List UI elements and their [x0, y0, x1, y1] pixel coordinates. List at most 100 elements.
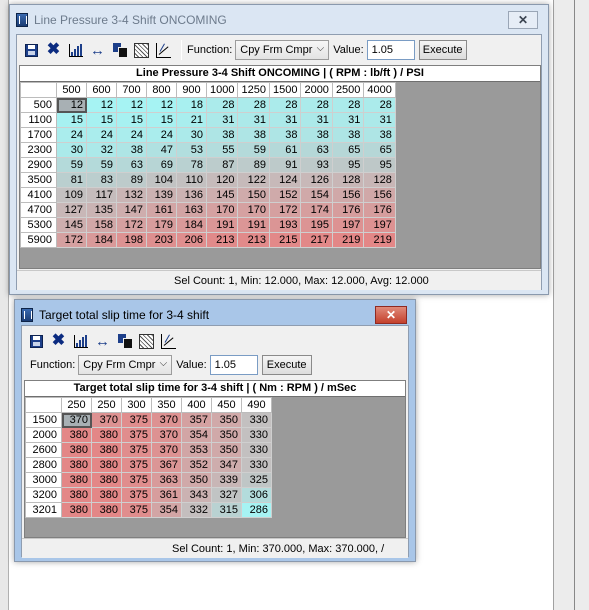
row-header[interactable]: 500: [20, 97, 57, 113]
column-header[interactable]: 400: [181, 397, 212, 413]
table-cell[interactable]: 12: [116, 97, 147, 113]
execute-button[interactable]: Execute: [418, 40, 467, 60]
table-cell[interactable]: 156: [331, 187, 365, 203]
table-cell[interactable]: 59: [56, 157, 87, 173]
table-cell[interactable]: 128: [331, 172, 365, 188]
table-cell[interactable]: 93: [300, 157, 333, 173]
row-header[interactable]: 5900: [20, 232, 57, 248]
column-header[interactable]: 2000: [300, 82, 333, 98]
row-header[interactable]: 2800: [25, 457, 62, 473]
interpolate-icon[interactable]: [133, 42, 150, 59]
table-cell[interactable]: 380: [61, 427, 92, 443]
row-header[interactable]: 4100: [20, 187, 57, 203]
table-cell[interactable]: 327: [211, 487, 242, 503]
table-cell[interactable]: 213: [205, 232, 239, 248]
function-dropdown[interactable]: Cpy Frm Cmpr ⌵: [78, 355, 173, 375]
table-cell[interactable]: 63: [116, 157, 147, 173]
table-cell[interactable]: 375: [121, 487, 152, 503]
table-cell[interactable]: 367: [151, 457, 182, 473]
copy-icon[interactable]: [116, 333, 133, 350]
table-cell[interactable]: 380: [91, 502, 122, 518]
table-cell[interactable]: 332: [181, 502, 212, 518]
table-cell[interactable]: 28: [331, 97, 365, 113]
table-cell[interactable]: 286: [241, 502, 272, 518]
table-cell[interactable]: 95: [331, 157, 365, 173]
interpolate-icon[interactable]: [138, 333, 155, 350]
table-cell[interactable]: 215: [268, 232, 302, 248]
swap-arrows-icon[interactable]: ↔: [94, 333, 111, 350]
table-cell[interactable]: 15: [56, 112, 87, 128]
table-cell[interactable]: 213: [237, 232, 270, 248]
table-cell[interactable]: 357: [181, 412, 212, 428]
table-cell[interactable]: 176: [331, 202, 365, 218]
table-cell[interactable]: 370: [151, 412, 182, 428]
column-header[interactable]: 1500: [268, 82, 302, 98]
row-header[interactable]: 2600: [25, 442, 62, 458]
table-cell[interactable]: 59: [86, 157, 117, 173]
table-cell[interactable]: 31: [205, 112, 239, 128]
table-cell[interactable]: 350: [181, 472, 212, 488]
table-cell[interactable]: 380: [91, 457, 122, 473]
table-cell[interactable]: 83: [86, 172, 117, 188]
table-cell[interactable]: 350: [211, 442, 242, 458]
column-header[interactable]: 250: [61, 397, 92, 413]
table-cell[interactable]: 110: [176, 172, 207, 188]
column-header[interactable]: 2500: [331, 82, 365, 98]
function-dropdown[interactable]: Cpy Frm Cmpr ⌵: [235, 40, 330, 60]
table-cell[interactable]: 191: [205, 217, 239, 233]
table-cell[interactable]: 78: [176, 157, 207, 173]
table-cell[interactable]: 15: [116, 112, 147, 128]
row-header[interactable]: 3500: [20, 172, 57, 188]
table-cell[interactable]: 38: [363, 127, 396, 143]
column-header[interactable]: 600: [86, 82, 117, 98]
table-cell[interactable]: 350: [211, 427, 242, 443]
table-cell[interactable]: 156: [363, 187, 396, 203]
table-cell[interactable]: 380: [61, 457, 92, 473]
table-cell[interactable]: 158: [86, 217, 117, 233]
table-cell[interactable]: 55: [205, 142, 239, 158]
table-cell[interactable]: 352: [181, 457, 212, 473]
table-cell[interactable]: 350: [211, 412, 242, 428]
table-cell[interactable]: 370: [91, 412, 122, 428]
table-cell[interactable]: 179: [146, 217, 177, 233]
table-cell[interactable]: 198: [116, 232, 147, 248]
value-input[interactable]: 1.05: [209, 355, 258, 375]
table-cell[interactable]: 89: [116, 172, 147, 188]
row-header[interactable]: 3201: [25, 502, 62, 518]
table-cell[interactable]: 306: [241, 487, 272, 503]
table-cell[interactable]: 18: [176, 97, 207, 113]
table-cell[interactable]: 31: [268, 112, 302, 128]
column-header[interactable]: 900: [176, 82, 207, 98]
row-header[interactable]: 4700: [20, 202, 57, 218]
save-icon[interactable]: [28, 333, 45, 350]
table-cell[interactable]: 154: [300, 187, 333, 203]
bar-chart-icon[interactable]: [67, 42, 84, 59]
table-cell[interactable]: 375: [121, 457, 152, 473]
table-cell[interactable]: 330: [241, 457, 272, 473]
table-cell[interactable]: 117: [86, 187, 117, 203]
table-cell[interactable]: 28: [205, 97, 239, 113]
execute-button[interactable]: Execute: [261, 355, 312, 375]
table-cell[interactable]: 325: [241, 472, 272, 488]
table-cell[interactable]: 176: [363, 202, 396, 218]
column-header[interactable]: 490: [241, 397, 272, 413]
table-cell[interactable]: 380: [91, 427, 122, 443]
table-cell[interactable]: 24: [116, 127, 147, 143]
table-cell[interactable]: 124: [268, 172, 302, 188]
table-cell[interactable]: 87: [205, 157, 239, 173]
swap-arrows-icon[interactable]: ↔: [89, 42, 106, 59]
column-header[interactable]: 500: [56, 82, 87, 98]
table-cell[interactable]: 375: [121, 502, 152, 518]
close-button[interactable]: ✕: [508, 11, 538, 29]
table-cell[interactable]: 170: [237, 202, 270, 218]
table-cell[interactable]: 330: [241, 442, 272, 458]
table-cell[interactable]: 150: [237, 187, 270, 203]
table-cell[interactable]: 375: [121, 427, 152, 443]
table-cell[interactable]: 380: [61, 487, 92, 503]
table-cell[interactable]: 163: [176, 202, 207, 218]
table-cell[interactable]: 135: [86, 202, 117, 218]
table-cell[interactable]: 132: [116, 187, 147, 203]
column-header[interactable]: 1000: [205, 82, 239, 98]
table-cell[interactable]: 53: [176, 142, 207, 158]
column-header[interactable]: 700: [116, 82, 147, 98]
